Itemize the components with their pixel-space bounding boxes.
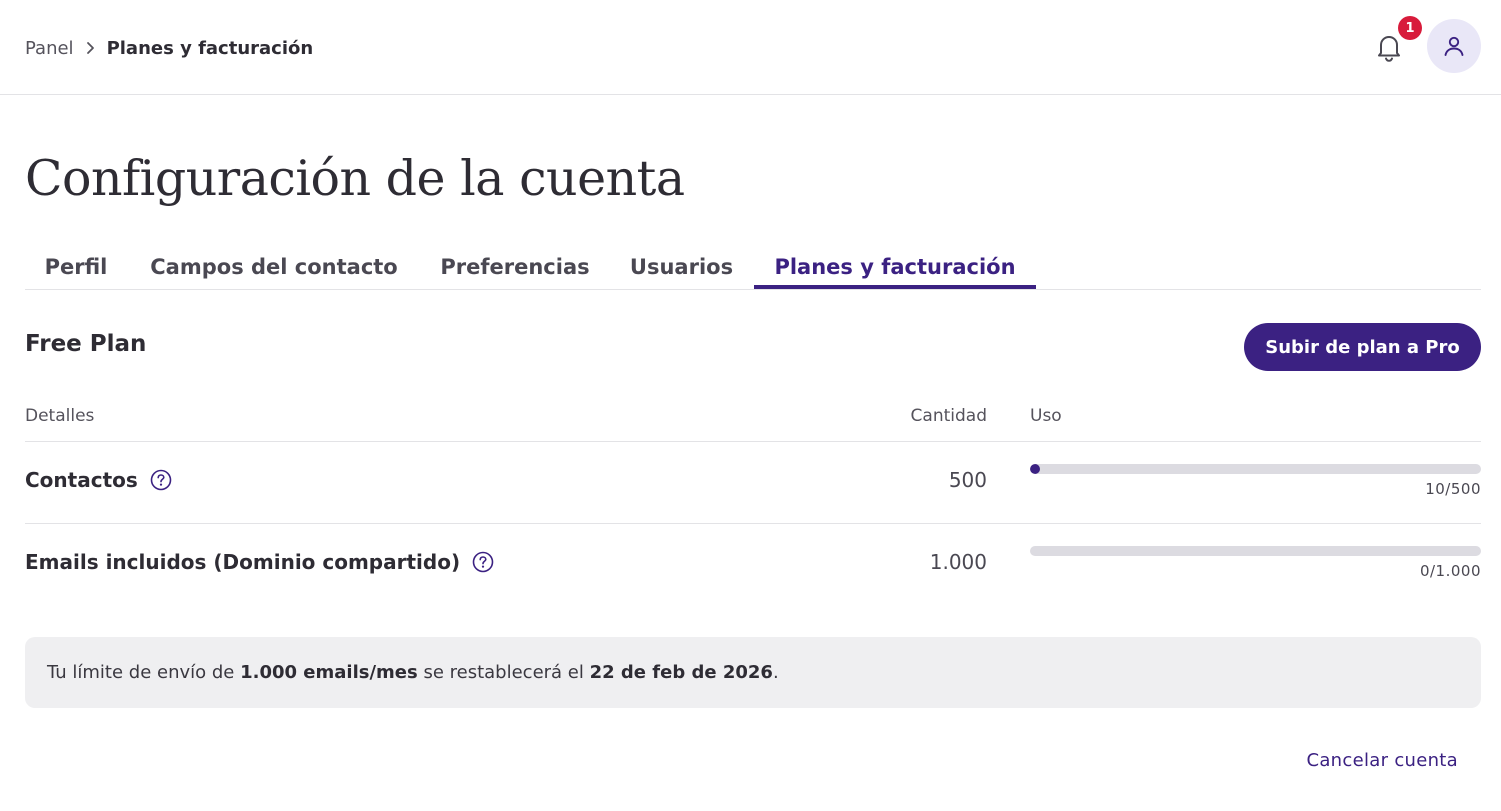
notification-badge: 1 (1398, 16, 1422, 40)
top-bar: Panel Planes y facturación 1 (0, 0, 1501, 95)
user-menu-button[interactable] (1427, 19, 1481, 73)
user-icon (1444, 36, 1464, 56)
table-row: Emails incluidos (Dominio compartido) 1.… (25, 524, 1481, 606)
notice-limit: 1.000 emails/mes (240, 662, 418, 683)
breadcrumb-panel-link[interactable]: Panel (25, 38, 74, 59)
upgrade-to-pro-button[interactable]: Subir de plan a Pro (1244, 323, 1481, 371)
plan-name: Free Plan (25, 331, 147, 357)
row-label-emails: Emails incluidos (Dominio compartido) (25, 550, 461, 574)
usage-progress-fill (1030, 464, 1040, 474)
reset-notice: Tu límite de envío de 1.000 emails/mes s… (25, 637, 1481, 708)
column-header-details: Detalles (25, 406, 95, 426)
row-label-contacts: Contactos (25, 468, 138, 492)
notice-text: Tu límite de envío de 1.000 emails/mes s… (47, 662, 779, 683)
table-row: Contactos 500 10/500 (25, 442, 1481, 524)
tab-perfil[interactable]: Perfil (25, 250, 127, 290)
breadcrumb-current: Planes y facturación (106, 37, 314, 59)
usage-table-header: Detalles Cantidad Uso (25, 402, 1481, 442)
column-header-usage: Uso (1030, 406, 1062, 426)
usage-count: 10/500 (1425, 480, 1481, 498)
notice-date: 22 de feb de 2026 (589, 662, 773, 683)
help-icon[interactable] (472, 551, 494, 573)
row-quantity: 500 (948, 468, 987, 492)
usage-progress-bar (1030, 464, 1481, 474)
help-icon[interactable] (150, 469, 172, 491)
column-header-quantity: Cantidad (910, 406, 987, 426)
row-quantity: 1.000 (929, 550, 987, 574)
tab-campos-del-contacto[interactable]: Campos del contacto (127, 250, 421, 290)
tab-preferencias[interactable]: Preferencias (421, 250, 609, 290)
usage-progress-bar (1030, 546, 1481, 556)
tab-planes-y-facturacion[interactable]: Planes y facturación (754, 250, 1036, 289)
cancel-account-link[interactable]: Cancelar cuenta (1306, 750, 1458, 771)
tab-usuarios[interactable]: Usuarios (609, 250, 754, 290)
page-title: Configuración de la cuenta (25, 150, 685, 207)
breadcrumb: Panel Planes y facturación (25, 36, 313, 60)
settings-tabs: Perfil Campos del contacto Preferencias … (25, 250, 1481, 290)
usage-count: 0/1.000 (1419, 562, 1481, 580)
chevron-right-icon (86, 41, 95, 55)
